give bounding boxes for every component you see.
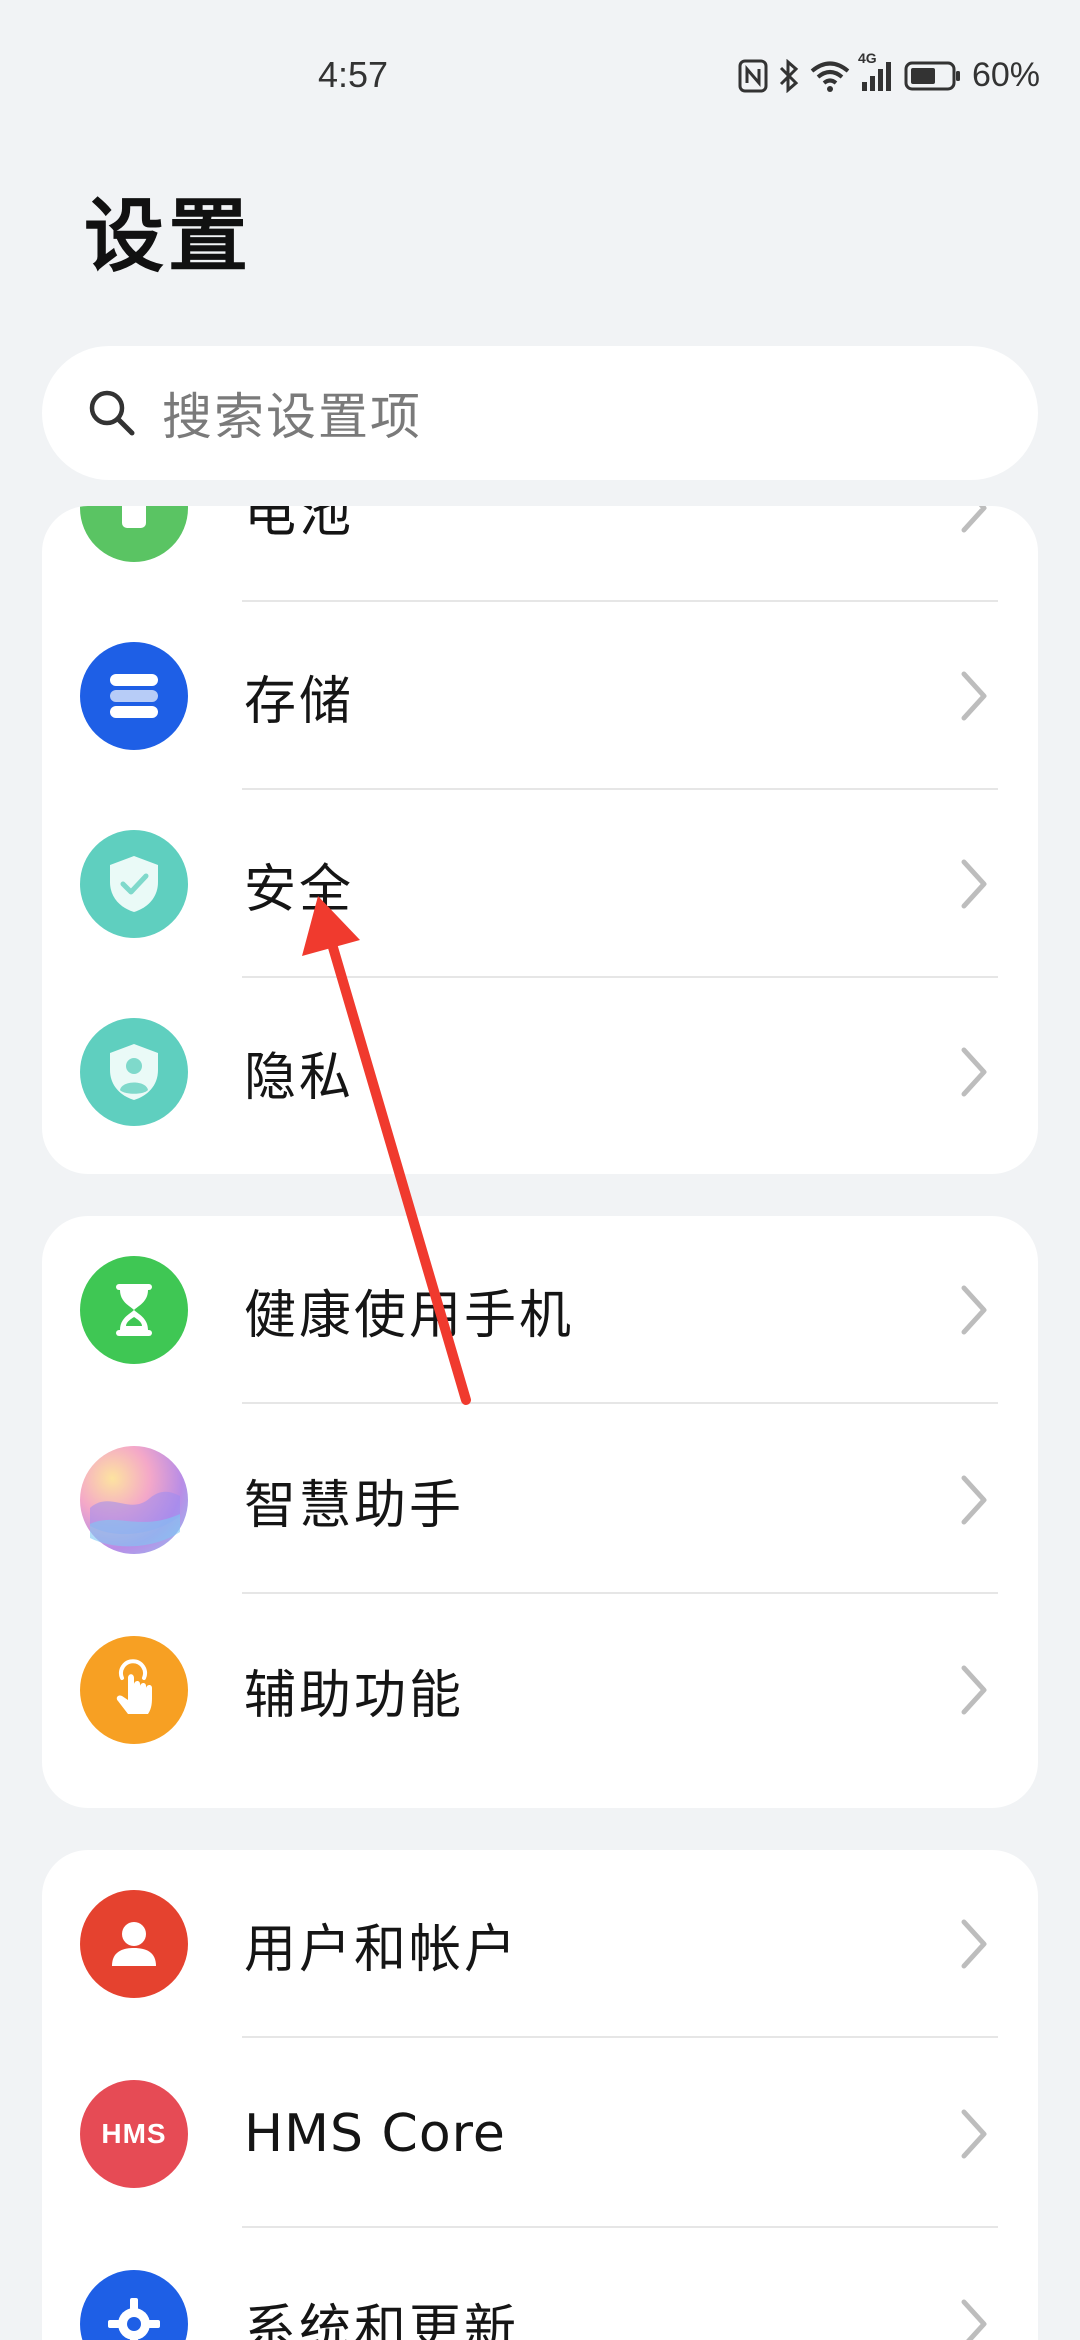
chevron-right-icon — [961, 1285, 987, 1335]
chevron-right-icon — [961, 1665, 987, 1715]
settings-item-accessibility[interactable]: 辅助功能 — [42, 1596, 1038, 1784]
settings-item-security[interactable]: 安全 — [42, 790, 1038, 978]
settings-item-label: 系统和更新 — [244, 2299, 520, 2340]
settings-item-label: 智慧助手 — [244, 1475, 465, 1536]
status-indicators: 4G 60% — [738, 50, 1040, 95]
chevron-right-icon — [961, 859, 987, 909]
user-icon — [80, 1890, 188, 1998]
divider — [242, 2226, 998, 2228]
storage-icon — [80, 642, 188, 750]
divider — [242, 1592, 998, 1594]
settings-item-label: HMS Core — [244, 2104, 506, 2164]
settings-item-hms-core[interactable]: HMS HMS Core — [42, 2040, 1038, 2228]
hms-icon: HMS — [80, 2080, 188, 2188]
bluetooth-icon — [778, 58, 800, 93]
cellular-signal-icon: 4G — [858, 50, 894, 92]
chevron-right-icon — [961, 1047, 987, 1097]
settings-group-2: 健康使用手机 智慧助手 辅助功能 — [42, 1216, 1038, 1808]
search-icon — [89, 390, 135, 436]
page-title: 设置 — [84, 190, 252, 283]
settings-item-battery[interactable]: 电池 — [42, 506, 1038, 602]
chevron-right-icon — [961, 1475, 987, 1525]
battery-status-icon — [904, 60, 962, 92]
settings-item-label: 安全 — [244, 859, 355, 920]
wifi-icon — [810, 60, 850, 92]
status-time: 4:57 — [318, 54, 389, 95]
chevron-right-icon — [961, 2109, 987, 2159]
settings-item-digital-balance[interactable]: 健康使用手机 — [42, 1216, 1038, 1404]
security-shield-icon — [80, 830, 188, 938]
accessibility-hand-icon — [80, 1636, 188, 1744]
chevron-right-icon — [961, 671, 987, 721]
status-bar: 4:57 4G 60% — [0, 0, 1080, 150]
battery-percent: 60% — [971, 56, 1040, 94]
settings-group-1: 电池 存储 安全 隐私 — [42, 506, 1038, 1174]
settings-item-label: 存储 — [244, 671, 355, 732]
settings-item-storage[interactable]: 存储 — [42, 602, 1038, 790]
divider — [242, 1402, 998, 1404]
nfc-icon — [738, 59, 768, 93]
search-placeholder: 搜索设置项 — [162, 388, 422, 446]
settings-item-label: 辅助功能 — [244, 1665, 465, 1726]
network-type: 4G — [857, 49, 877, 66]
settings-item-privacy[interactable]: 隐私 — [42, 978, 1038, 1166]
settings-item-users-accounts[interactable]: 用户和帐户 — [42, 1850, 1038, 2038]
settings-item-label: 隐私 — [244, 1047, 355, 1108]
hourglass-icon — [80, 1256, 188, 1364]
settings-item-smart-assistant[interactable]: 智慧助手 — [42, 1406, 1038, 1594]
settings-item-label: 用户和帐户 — [244, 1919, 520, 1980]
search-bar[interactable]: 搜索设置项 — [42, 346, 1038, 480]
settings-item-system-update[interactable]: 系统和更新 — [42, 2230, 1038, 2340]
settings-screen: 4:57 4G 60% 设置 搜索设置项 电池 存储 安全 隐私 健康使用手机 … — [0, 0, 1080, 2340]
divider — [242, 2036, 998, 2038]
gear-icon — [80, 2270, 188, 2340]
hms-icon-text: HMS — [101, 2118, 167, 2149]
settings-item-label: 健康使用手机 — [244, 1285, 575, 1346]
settings-group-3: 用户和帐户 HMS HMS Core 系统和更新 — [42, 1850, 1038, 2340]
assistant-icon — [80, 1446, 188, 1554]
chevron-right-icon — [961, 506, 987, 533]
settings-item-label: 电池 — [244, 506, 355, 544]
battery-icon — [80, 506, 188, 562]
chevron-right-icon — [961, 2299, 987, 2340]
chevron-right-icon — [961, 1919, 987, 1969]
privacy-shield-icon — [80, 1018, 188, 1126]
